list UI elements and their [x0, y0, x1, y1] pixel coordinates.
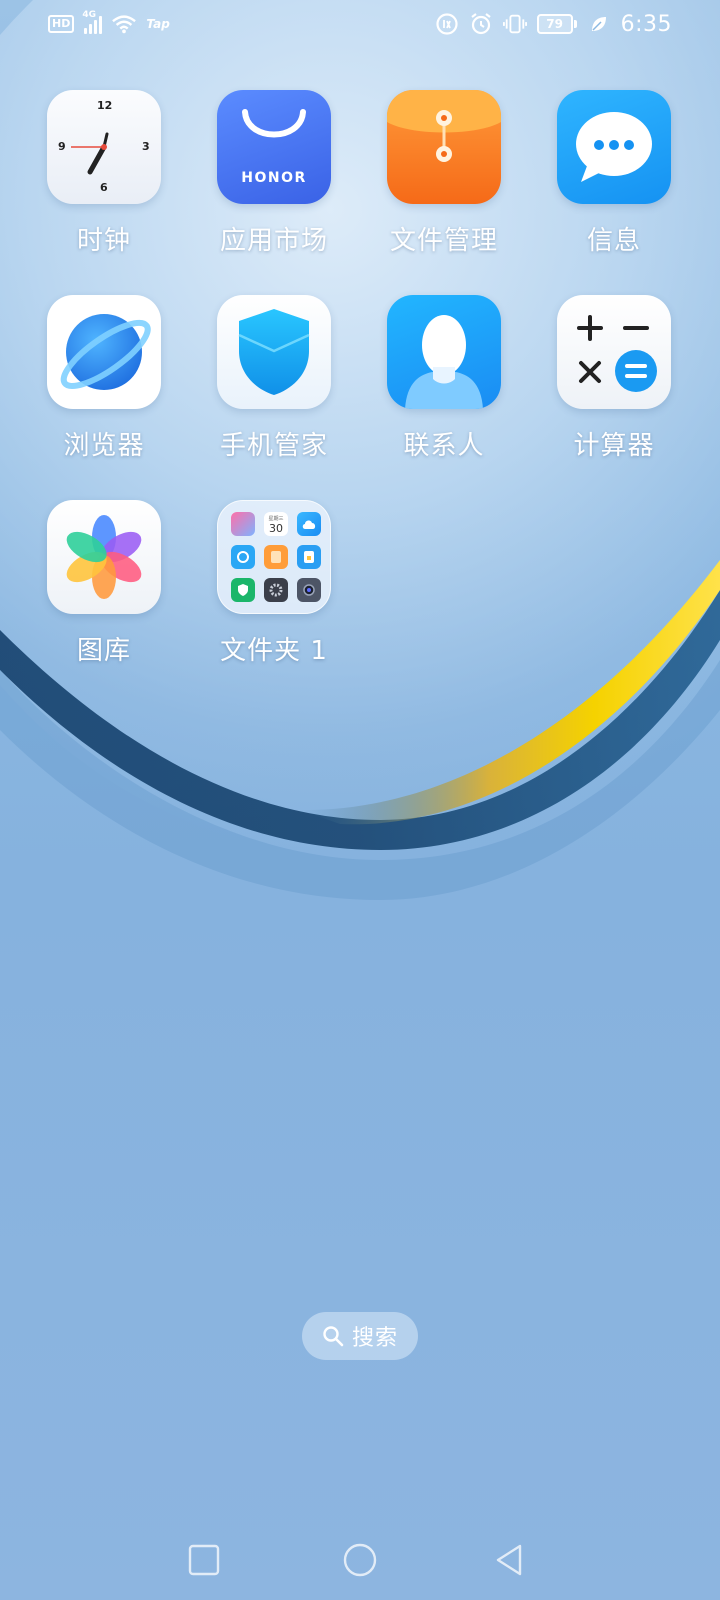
status-right: 79 6:35	[435, 12, 672, 37]
planet-icon	[47, 295, 161, 409]
app-clock[interactable]: 12 3 6 9 时钟	[19, 90, 189, 280]
app-label-calculator: 计算器	[573, 431, 655, 461]
circle-icon	[343, 1543, 377, 1577]
market-brand-text: HONOR	[241, 170, 307, 186]
folder-icon: 星期三 30	[217, 500, 331, 614]
mini-calendar-day: 30	[269, 522, 283, 535]
wifi-icon	[112, 12, 137, 36]
mini-theme-icon	[231, 512, 255, 536]
app-phone-manager[interactable]: 手机管家	[189, 295, 359, 485]
calculator-icon	[557, 295, 671, 409]
app-browser[interactable]: 浏览器	[19, 295, 189, 485]
mini-support-icon	[231, 545, 255, 569]
app-label-clock: 时钟	[76, 226, 131, 256]
network-type: 4G	[82, 10, 96, 20]
flower-icon	[47, 500, 161, 614]
shield-icon	[217, 295, 331, 409]
app-market[interactable]: HONOR 应用市场	[189, 90, 359, 280]
person-icon	[387, 295, 501, 409]
app-folder[interactable]: 星期三 30 文件夹 1	[189, 500, 359, 690]
nfc-sync-icon	[435, 12, 459, 36]
triangle-back-icon	[496, 1544, 522, 1576]
clock-time: 6:35	[620, 11, 672, 37]
tap-label: Tap	[146, 17, 170, 31]
back-button[interactable]	[480, 1530, 540, 1590]
signal-icon: 4G	[82, 10, 103, 34]
chat-bubble-icon	[557, 90, 671, 204]
mini-file-icon	[297, 545, 321, 569]
app-gallery[interactable]: 图库	[19, 500, 189, 690]
file-envelope-icon	[387, 90, 501, 204]
clock-hands	[71, 132, 109, 175]
alarm-icon	[469, 12, 493, 36]
mini-cloud-icon	[297, 512, 321, 536]
mini-settings-icon	[264, 578, 288, 602]
app-label-folder: 文件夹 1	[220, 636, 328, 666]
app-calculator[interactable]: 计算器	[529, 295, 699, 485]
vibrate-icon	[502, 12, 527, 36]
home-button[interactable]	[330, 1530, 390, 1590]
app-label-messages: 信息	[586, 226, 641, 256]
app-label-phone-manager: 手机管家	[219, 431, 328, 461]
mini-sim-icon	[264, 545, 288, 569]
search-label: 搜索	[351, 1326, 398, 1351]
battery-icon: 79	[536, 14, 577, 34]
clock-icon: 12 3 6 9	[47, 90, 161, 204]
app-messages[interactable]: 信息	[529, 90, 699, 280]
status-left: HD 4G Tap	[48, 10, 170, 36]
leaf-saver-icon	[587, 12, 611, 36]
hd-icon: HD	[48, 15, 75, 33]
mini-shield-icon	[231, 578, 255, 602]
recent-apps-button[interactable]	[174, 1530, 234, 1590]
status-bar: HD 4G Tap 79 6:35	[0, 0, 720, 48]
search-button[interactable]: 搜索	[302, 1312, 418, 1360]
shopping-bag-icon: HONOR	[217, 90, 331, 204]
app-label-contacts: 联系人	[403, 431, 485, 461]
app-label-file-manager: 文件管理	[389, 226, 498, 256]
search-icon	[323, 1326, 344, 1347]
mini-calendar-icon: 星期三 30	[264, 512, 288, 536]
square-icon	[188, 1544, 220, 1576]
app-label-gallery: 图库	[76, 636, 131, 666]
app-contacts[interactable]: 联系人	[359, 295, 529, 485]
app-label-market: 应用市场	[219, 226, 328, 256]
battery-level: 79	[536, 14, 573, 34]
app-label-browser: 浏览器	[63, 431, 145, 461]
mini-camera-icon	[297, 578, 321, 602]
navigation-bar	[0, 1530, 720, 1590]
app-file-manager[interactable]: 文件管理	[359, 90, 529, 280]
